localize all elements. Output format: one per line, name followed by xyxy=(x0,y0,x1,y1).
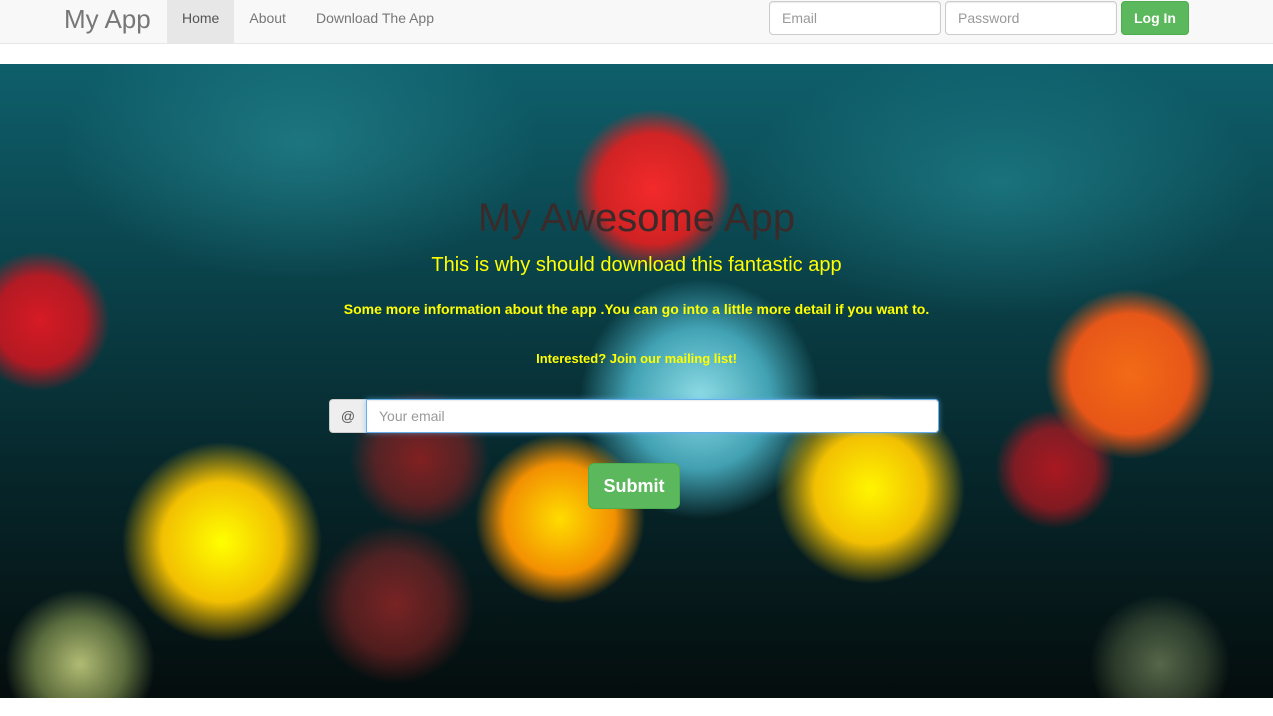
brand-link[interactable]: My App xyxy=(64,4,151,34)
hero-content: My Awesome App This is why should downlo… xyxy=(0,64,1273,698)
nav-download-link[interactable]: Download The App xyxy=(301,0,449,43)
login-email-input[interactable] xyxy=(769,1,941,35)
mailing-list-email-input[interactable] xyxy=(366,399,939,433)
submit-button[interactable]: Submit xyxy=(588,463,680,509)
navbar: My App Home About Download The App Log I… xyxy=(0,0,1273,44)
nav-links: Home About Download The App xyxy=(167,0,449,43)
nav-home-link[interactable]: Home xyxy=(167,0,235,43)
login-password-input[interactable] xyxy=(945,1,1117,35)
hero-title: My Awesome App xyxy=(477,196,796,240)
mailing-list-input-group: @ xyxy=(329,399,939,433)
hero-section: My Awesome App This is why should downlo… xyxy=(0,64,1273,698)
nav-about-link[interactable]: About xyxy=(234,0,301,43)
at-sign-addon: @ xyxy=(329,399,366,433)
mailing-list-prompt: Interested? Join our mailing list! xyxy=(536,351,737,366)
login-button[interactable]: Log In xyxy=(1121,1,1189,35)
login-form: Log In xyxy=(769,1,1189,35)
hero-info-text: Some more information about the app .You… xyxy=(343,301,930,317)
hero-subtitle: This is why should download this fantast… xyxy=(431,254,842,276)
